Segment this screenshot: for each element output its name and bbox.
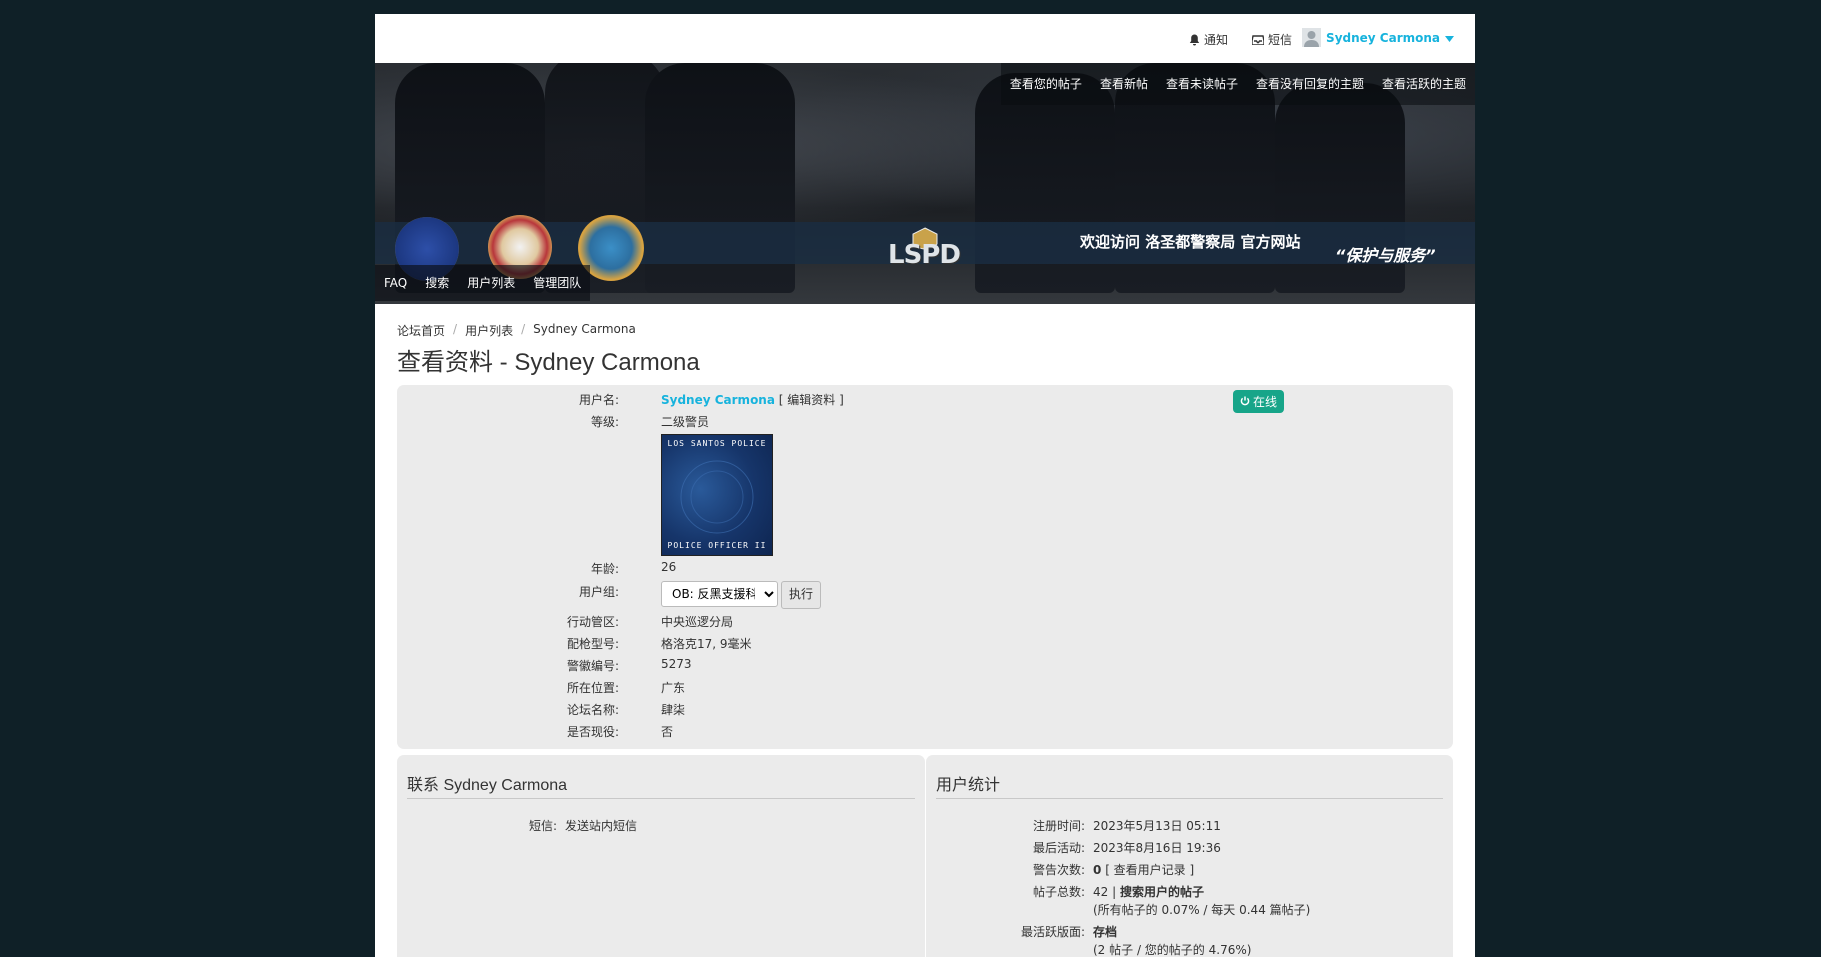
- motto-text: “保护与服务”: [1335, 246, 1436, 265]
- nav-search[interactable]: 搜索: [416, 265, 458, 301]
- group-label: 用户组:: [578, 585, 619, 599]
- top-bar: 通知 短信 Sydney Carmona: [375, 14, 1475, 63]
- joined-label: 注册时间:: [1032, 819, 1085, 833]
- field-value: 中央巡逻分局: [661, 615, 734, 629]
- field-label: 所在位置:: [566, 681, 619, 695]
- group-submit-button[interactable]: 执行: [781, 581, 821, 609]
- posts-separator: |: [1112, 885, 1117, 899]
- quicklink-active-topics[interactable]: 查看活跃的主题: [1373, 63, 1475, 105]
- contact-box: 联系 Sydney Carmona 短信: 发送站内短信: [397, 755, 925, 957]
- age-label: 年龄:: [590, 562, 619, 576]
- bell-icon: [1189, 34, 1200, 46]
- caret-down-icon: [1445, 31, 1454, 45]
- field-value: 广东: [661, 681, 686, 695]
- notifications-link[interactable]: 通知: [1189, 31, 1228, 48]
- user-menu[interactable]: Sydney Carmona: [1302, 28, 1454, 47]
- field-value: 5273: [661, 657, 692, 671]
- power-icon: [1240, 395, 1250, 409]
- quicklink-unanswered[interactable]: 查看没有回复的主题: [1247, 63, 1373, 105]
- quick-links: 查看您的帖子 查看新帖 查看未读帖子 查看没有回复的主题 查看活跃的主题: [1000, 63, 1475, 105]
- search-user-posts-link[interactable]: 搜索用户的帖子: [1120, 885, 1204, 899]
- nav-team[interactable]: 管理团队: [524, 265, 590, 301]
- quicklink-unread-posts[interactable]: 查看未读帖子: [1157, 63, 1247, 105]
- group-select[interactable]: OB: 反黑支援科: [661, 581, 778, 607]
- field-value: 肆柒: [661, 703, 686, 717]
- profile-username-link[interactable]: Sydney Carmona: [661, 393, 775, 407]
- send-pm-link[interactable]: 发送站内短信: [565, 817, 637, 834]
- quicklink-your-posts[interactable]: 查看您的帖子: [1001, 63, 1091, 105]
- contact-title: 联系 Sydney Carmona: [407, 777, 568, 794]
- active-forum-label: 最活跃版面:: [1020, 925, 1085, 939]
- divider: [936, 798, 1443, 799]
- warnings-count: 0: [1093, 863, 1102, 877]
- breadcrumb: 论坛首页 / 用户列表 / Sydney Carmona: [397, 322, 636, 339]
- online-badge-label: 在线: [1253, 395, 1278, 409]
- quicklink-new-posts[interactable]: 查看新帖: [1091, 63, 1157, 105]
- avatar: [1302, 28, 1322, 47]
- field-value: 格洛克17, 9毫米: [661, 637, 752, 651]
- lspd-logo-text: LSPD: [888, 240, 961, 270]
- username-label: 用户名:: [578, 393, 619, 407]
- breadcrumb-separator: /: [453, 322, 458, 336]
- field-label: 行动管区:: [566, 615, 619, 629]
- nav-faq[interactable]: FAQ: [375, 265, 416, 301]
- last-active-label: 最后活动:: [1032, 841, 1085, 855]
- nav-memberlist[interactable]: 用户列表: [458, 265, 524, 301]
- breadcrumb-separator: /: [521, 322, 526, 336]
- posts-value: 42 | 搜索用户的帖子: [1093, 883, 1204, 900]
- lspd-logo: LSPD: [885, 226, 965, 275]
- username-link[interactable]: Sydney Carmona: [1326, 31, 1440, 45]
- edit-profile-link[interactable]: [ 编辑资料 ]: [779, 393, 844, 407]
- messages-label: 短信: [1268, 33, 1293, 47]
- stats-box: 用户统计 注册时间: 2023年5月13日 05:11 最后活动: 2023年8…: [926, 755, 1453, 957]
- view-notes-link[interactable]: [ 查看用户记录 ]: [1105, 863, 1194, 877]
- breadcrumb-memberlist[interactable]: 用户列表: [465, 322, 513, 339]
- rank-image: LOS SANTOS POLICE POLICE OFFICER II: [661, 434, 773, 556]
- active-forum-link[interactable]: 存档: [1093, 923, 1117, 940]
- field-label: 警徽编号:: [566, 659, 619, 673]
- field-value: 否: [661, 725, 674, 739]
- page-title: 查看资料 - Sydney Carmona: [397, 349, 700, 376]
- field-label: 配枪型号:: [566, 637, 619, 651]
- page-container: 通知 短信 Sydney Carmona 查看您的帖子 查看新帖 查看未读帖子 …: [375, 14, 1475, 957]
- messages-link[interactable]: 短信: [1252, 31, 1292, 48]
- rank-value: 二级警员: [661, 415, 710, 429]
- pm-label: 短信:: [528, 819, 557, 833]
- rank-image-bottom-text: POLICE OFFICER II: [667, 541, 767, 550]
- joined-value: 2023年5月13日 05:11: [1093, 819, 1221, 833]
- posts-count: 42: [1093, 885, 1109, 899]
- profile-username: Sydney Carmona [ 编辑资料 ]: [661, 391, 844, 408]
- last-active-value: 2023年8月16日 19:36: [1093, 841, 1221, 855]
- stats-title: 用户统计: [936, 777, 1001, 794]
- online-badge: 在线: [1233, 390, 1285, 413]
- breadcrumb-current[interactable]: Sydney Carmona: [533, 322, 636, 339]
- warnings-value: 0 [ 查看用户记录 ]: [1093, 861, 1194, 878]
- divider: [407, 798, 915, 799]
- inbox-icon: [1252, 34, 1264, 45]
- main-nav: FAQ 搜索 用户列表 管理团队: [375, 265, 591, 301]
- rank-image-top-text: LOS SANTOS POLICE: [667, 439, 767, 448]
- header-banner: 查看您的帖子 查看新帖 查看未读帖子 查看没有回复的主题 查看活跃的主题 LSP…: [375, 63, 1475, 304]
- field-label: 论坛名称:: [566, 703, 619, 717]
- posts-detail: (所有帖子的 0.07% / 每天 0.44 篇帖子): [1093, 903, 1311, 917]
- posts-label: 帖子总数:: [1032, 885, 1085, 899]
- breadcrumb-home[interactable]: 论坛首页: [397, 322, 445, 339]
- warnings-label: 警告次数:: [1032, 863, 1085, 877]
- rank-image-emblem: [680, 460, 754, 534]
- welcome-text: 欢迎访问 洛圣都警察局 官方网站: [1080, 233, 1301, 251]
- notifications-label: 通知: [1204, 33, 1229, 47]
- field-label: 是否现役:: [566, 725, 619, 739]
- active-forum-detail: (2 帖子 / 您的帖子的 4.76%): [1093, 943, 1252, 957]
- profile-panel: 用户名: Sydney Carmona [ 编辑资料 ] 在线 等级: 二级警员…: [397, 385, 1453, 749]
- rank-label: 等级:: [590, 415, 619, 429]
- age-value: 26: [661, 560, 677, 574]
